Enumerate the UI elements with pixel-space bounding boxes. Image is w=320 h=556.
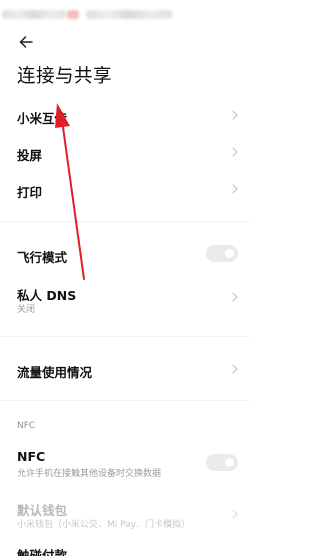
settings-row-tap-pay[interactable]: 触碰付款 bbox=[0, 544, 250, 556]
chevron-right-icon bbox=[230, 364, 240, 374]
chevron-right-icon bbox=[230, 292, 240, 302]
status-bar bbox=[0, 0, 250, 30]
blurred-status-info bbox=[2, 10, 66, 19]
toggle-knob bbox=[225, 249, 234, 258]
row-label: 打印 bbox=[17, 185, 43, 200]
page-title: 连接与共享 bbox=[17, 66, 113, 87]
row-label: 投屏 bbox=[17, 148, 43, 163]
back-arrow-icon bbox=[19, 36, 33, 48]
row-sublabel: 小米钱包（小米公交、Mi Pay、门卡模拟） bbox=[17, 520, 190, 530]
row-label: 小米互传 bbox=[17, 111, 68, 126]
row-label: NFC bbox=[17, 449, 46, 464]
row-sublabel: 关闭 bbox=[17, 305, 36, 315]
blurred-status-icon bbox=[67, 10, 79, 19]
toggle-knob bbox=[225, 458, 234, 467]
settings-row-airplane-mode[interactable]: 飞行模式 bbox=[0, 239, 250, 269]
section-header-nfc: NFC bbox=[17, 421, 36, 431]
settings-row-mi-share[interactable]: 小米互传 bbox=[0, 100, 250, 130]
section-divider bbox=[0, 336, 250, 337]
row-label: 触碰付款 bbox=[17, 548, 68, 556]
settings-row-cast[interactable]: 投屏 bbox=[0, 137, 250, 167]
chevron-right-icon bbox=[230, 184, 240, 194]
settings-row-data-usage[interactable]: 流量使用情况 bbox=[0, 354, 250, 384]
settings-row-default-wallet[interactable]: 默认钱包 小米钱包（小米公交、Mi Pay、门卡模拟） bbox=[0, 497, 250, 531]
nfc-toggle[interactable] bbox=[206, 454, 238, 471]
airplane-mode-toggle[interactable] bbox=[206, 245, 238, 262]
section-divider bbox=[0, 400, 250, 401]
chevron-right-icon bbox=[230, 509, 240, 519]
settings-row-private-dns[interactable]: 私人 DNS 关闭 bbox=[0, 281, 250, 317]
settings-row-print[interactable]: 打印 bbox=[0, 174, 250, 204]
row-sublabel: 允许手机在接触其他设备时交换数据 bbox=[17, 469, 162, 479]
back-button[interactable] bbox=[14, 30, 38, 54]
settings-row-nfc[interactable]: NFC 允许手机在接触其他设备时交换数据 bbox=[0, 446, 250, 480]
chevron-right-icon bbox=[230, 147, 240, 157]
section-divider bbox=[0, 221, 250, 222]
chevron-right-icon bbox=[230, 110, 240, 120]
row-label: 飞行模式 bbox=[17, 250, 68, 265]
row-label: 流量使用情况 bbox=[17, 365, 93, 380]
blurred-status-info-right bbox=[86, 10, 172, 19]
